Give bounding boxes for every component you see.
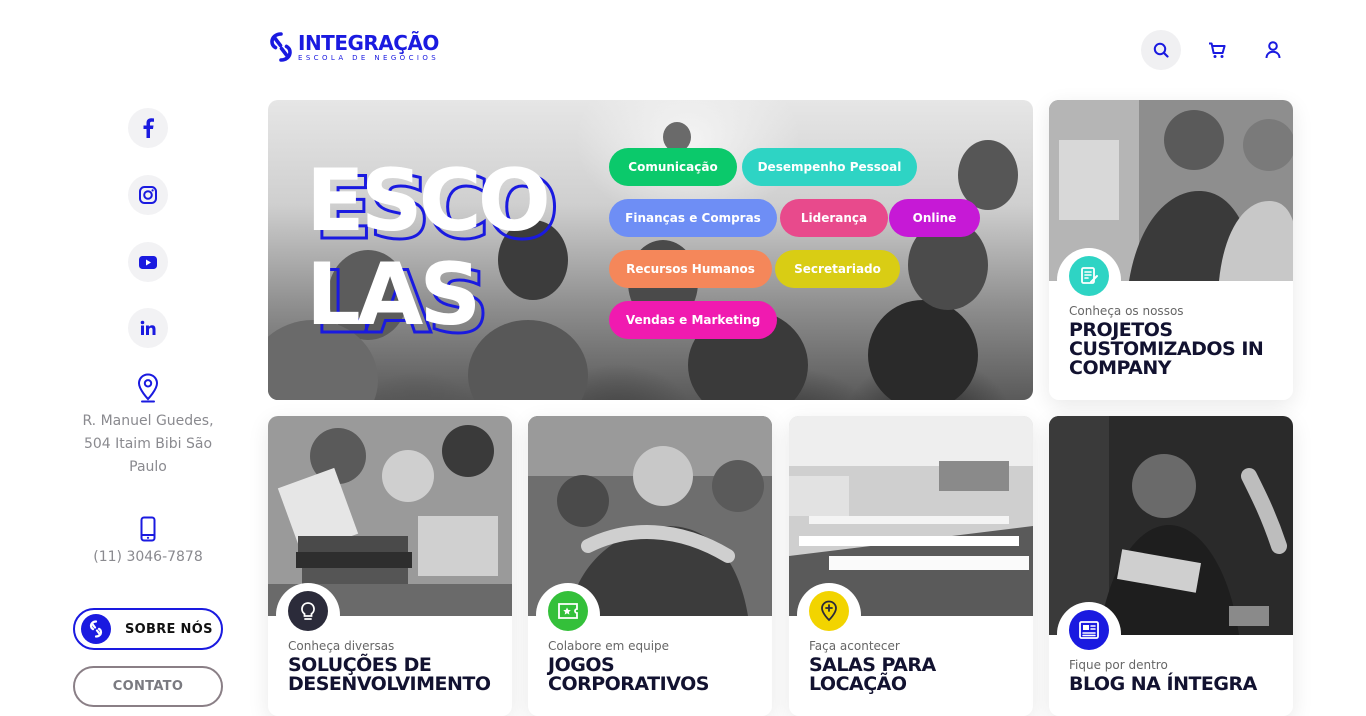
card-pretitle: Colabore em equipe — [548, 639, 670, 653]
card-blog-na-integra[interactable]: Fique por dentro BLOG NA ÍNTEGRA — [1049, 416, 1293, 716]
card-pretitle: Conheça os nossos — [1069, 304, 1184, 318]
card-jogos-corporativos[interactable]: Colabore em equipe JOGOS CORPORATIVOS — [528, 416, 772, 716]
hero-word-line2: LAS — [306, 245, 481, 345]
search-button[interactable] — [1141, 30, 1181, 70]
contact-button[interactable]: CONTATO — [73, 666, 223, 707]
facebook-link[interactable] — [128, 108, 168, 148]
card-solucoes-desenvolvimento[interactable]: Conheça diversas SOLUÇÕES DE DESENVOLVIM… — [268, 416, 512, 716]
youtube-icon — [139, 255, 157, 269]
card-title: SOLUÇÕES DE DESENVOLVIMENTO — [288, 654, 491, 695]
chip-recursos-humanos[interactable]: Recursos Humanos — [609, 250, 772, 288]
user-account-button[interactable] — [1253, 30, 1293, 70]
instagram-icon — [139, 186, 157, 204]
chip-vendas-marketing[interactable]: Vendas e Marketing — [609, 301, 777, 339]
location-pin-icon — [809, 591, 849, 631]
lightbulb-icon — [288, 591, 328, 631]
chip-comunicacao[interactable]: Comunicação — [609, 148, 737, 186]
chip-online[interactable]: Online — [889, 199, 980, 237]
location-pin-icon — [137, 373, 159, 403]
card-pretitle: Faça acontecer — [809, 639, 900, 653]
chip-secretariado[interactable]: Secretariado — [775, 250, 900, 288]
brand-mark-icon — [81, 614, 111, 644]
chip-lideranca[interactable]: Liderança — [780, 199, 888, 237]
search-icon — [1153, 42, 1169, 58]
cart-icon — [1209, 42, 1226, 58]
phone-number[interactable]: (11) 3046-7878 — [78, 549, 218, 565]
card-title: PROJETOS CUSTOMIZADOS IN COMPANY — [1069, 319, 1264, 379]
facebook-icon — [143, 118, 154, 138]
card-pretitle: Fique por dentro — [1069, 658, 1168, 672]
brand-title: INTEGRAÇÃO — [298, 31, 439, 55]
about-us-button[interactable]: SOBRE NÓS — [73, 608, 223, 650]
card-title: SALAS PARA LOCAÇÃO — [809, 654, 936, 695]
card-title: JOGOS CORPORATIVOS — [548, 654, 709, 695]
address-text: R. Manuel Guedes, 504 Itaim Bibi São Pau… — [82, 413, 214, 475]
brand-mark-icon — [270, 32, 292, 62]
linkedin-icon — [140, 320, 156, 335]
schools-hero-banner: ESCO ESCO LAS LAS Comunicação Desempenho… — [268, 100, 1033, 400]
hero-word-line1: ESCO — [306, 151, 551, 251]
about-us-label: SOBRE NÓS — [125, 621, 213, 637]
handshake-contract-icon — [1069, 256, 1109, 296]
mobile-phone-icon — [140, 516, 156, 542]
user-icon — [1265, 41, 1281, 59]
brand-subtitle: ESCOLA DE NEGÓCIOS — [298, 54, 440, 62]
card-projetos-in-company[interactable]: Conheça os nossos PROJETOS CUSTOMIZADOS … — [1049, 100, 1293, 400]
chip-desempenho-pessoal[interactable]: Desempenho Pessoal — [742, 148, 917, 186]
ticket-star-icon — [548, 591, 588, 631]
instagram-link[interactable] — [128, 175, 168, 215]
card-title: BLOG NA ÍNTEGRA — [1069, 673, 1257, 695]
chip-financas-compras[interactable]: Finanças e Compras — [609, 199, 777, 237]
linkedin-link[interactable] — [128, 308, 168, 348]
card-pretitle: Conheça diversas — [288, 639, 395, 653]
cart-button[interactable] — [1197, 30, 1237, 70]
card-salas-locacao[interactable]: Faça acontecer SALAS PARA LOCAÇÃO — [789, 416, 1033, 716]
newspaper-icon — [1069, 610, 1109, 650]
brand-logo[interactable]: INTEGRAÇÃO ESCOLA DE NEGÓCIOS — [268, 31, 439, 63]
youtube-link[interactable] — [128, 242, 168, 282]
